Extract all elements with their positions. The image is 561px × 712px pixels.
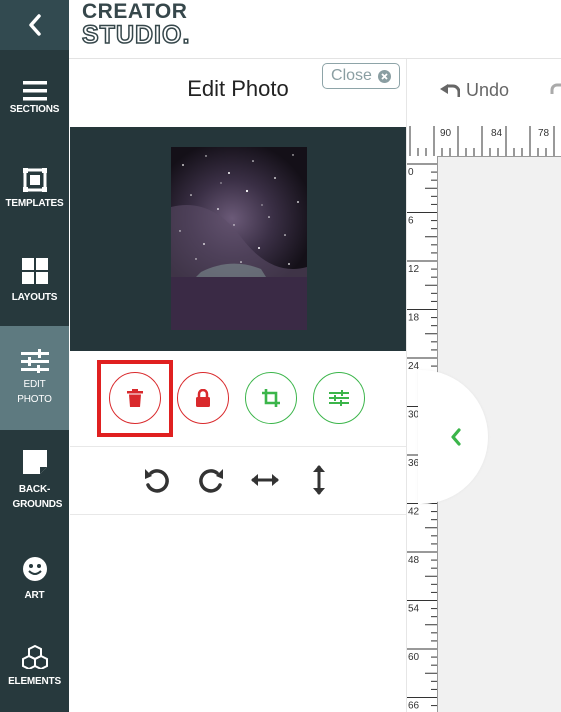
crop-icon <box>262 389 280 407</box>
sliders-icon <box>20 349 49 373</box>
photo-thumbnail[interactable] <box>171 147 307 330</box>
adjust-icon <box>329 390 349 406</box>
nav-label: EDIT PHOTO <box>17 379 52 405</box>
flip-horizontal-button[interactable] <box>247 460 283 500</box>
lock-icon <box>196 389 210 407</box>
nav-label: BACK-GROUNDS <box>12 484 63 510</box>
ruler-label: 18 <box>408 313 420 324</box>
undo-button[interactable]: Undo <box>440 80 509 101</box>
ruler-label: 60 <box>408 652 420 663</box>
redo-icon <box>550 83 561 94</box>
ruler-label: 66 <box>408 701 420 712</box>
flip-horizontal-icon <box>251 474 279 486</box>
nav-label: ELEMENTS <box>8 676 61 687</box>
trash-icon <box>127 389 143 407</box>
ruler-label: 42 <box>408 507 420 518</box>
close-icon <box>377 69 391 83</box>
nav-label: ART <box>24 590 45 601</box>
delete-photo-button[interactable] <box>109 372 161 424</box>
back-button[interactable] <box>0 0 69 50</box>
nav-label: SECTIONS <box>9 104 60 115</box>
nav-item-backgrounds[interactable]: BACK-GROUNDS <box>0 450 69 512</box>
hamburger-icon <box>22 81 47 101</box>
rotate-left-button[interactable] <box>139 460 175 500</box>
chevron-left-icon <box>451 428 461 446</box>
ruler-label: 12 <box>408 264 420 275</box>
nav-item-sections[interactable]: SECTIONS <box>0 80 69 117</box>
ruler-label: 78 <box>538 128 550 139</box>
rotate-left-icon <box>145 469 169 493</box>
tool-separator-top <box>70 446 406 447</box>
layouts-icon <box>21 258 48 284</box>
rotate-right-button[interactable] <box>193 460 229 500</box>
nav-item-elements[interactable]: ELEMENTS <box>0 645 69 689</box>
chevron-left-icon <box>28 14 41 36</box>
nav-item-templates[interactable]: TEMPLATES <box>0 168 69 211</box>
close-label: Close <box>331 67 372 84</box>
undo-label: Undo <box>466 80 510 100</box>
nav-item-art[interactable]: ART <box>0 556 69 603</box>
ruler-label: 84 <box>491 128 503 139</box>
creator-studio-logo: CREATOR STUDIO. <box>81 0 191 49</box>
tool-separator-bottom <box>70 514 406 515</box>
nav-label: LAYOUTS <box>11 292 58 303</box>
lock-photo-button[interactable] <box>177 372 229 424</box>
cubes-icon <box>21 645 48 669</box>
flip-vertical-icon <box>313 465 325 495</box>
smiley-icon <box>22 557 47 581</box>
redo-button[interactable] <box>550 80 561 101</box>
templates-icon <box>22 168 47 192</box>
ruler-label: 54 <box>408 604 420 615</box>
ruler-label: 48 <box>408 555 420 566</box>
nav-item-layouts[interactable]: LAYOUTS <box>0 258 69 305</box>
rotate-right-icon <box>199 469 223 493</box>
undo-icon <box>440 83 460 97</box>
horizontal-ruler: 90 84 78 <box>407 126 561 157</box>
flip-vertical-button[interactable] <box>301 460 337 500</box>
ruler-label: 90 <box>440 128 452 139</box>
header-divider <box>69 58 561 59</box>
backgrounds-icon <box>22 450 47 474</box>
close-button[interactable]: Close <box>322 63 400 89</box>
nav-label: TEMPLATES <box>5 198 64 209</box>
adjust-photo-button[interactable] <box>313 372 365 424</box>
crop-photo-button[interactable] <box>245 372 297 424</box>
nav-item-edit-photo[interactable]: EDIT PHOTO <box>0 326 69 430</box>
ruler-label: 0 <box>408 167 414 178</box>
ruler-label: 6 <box>408 216 414 227</box>
